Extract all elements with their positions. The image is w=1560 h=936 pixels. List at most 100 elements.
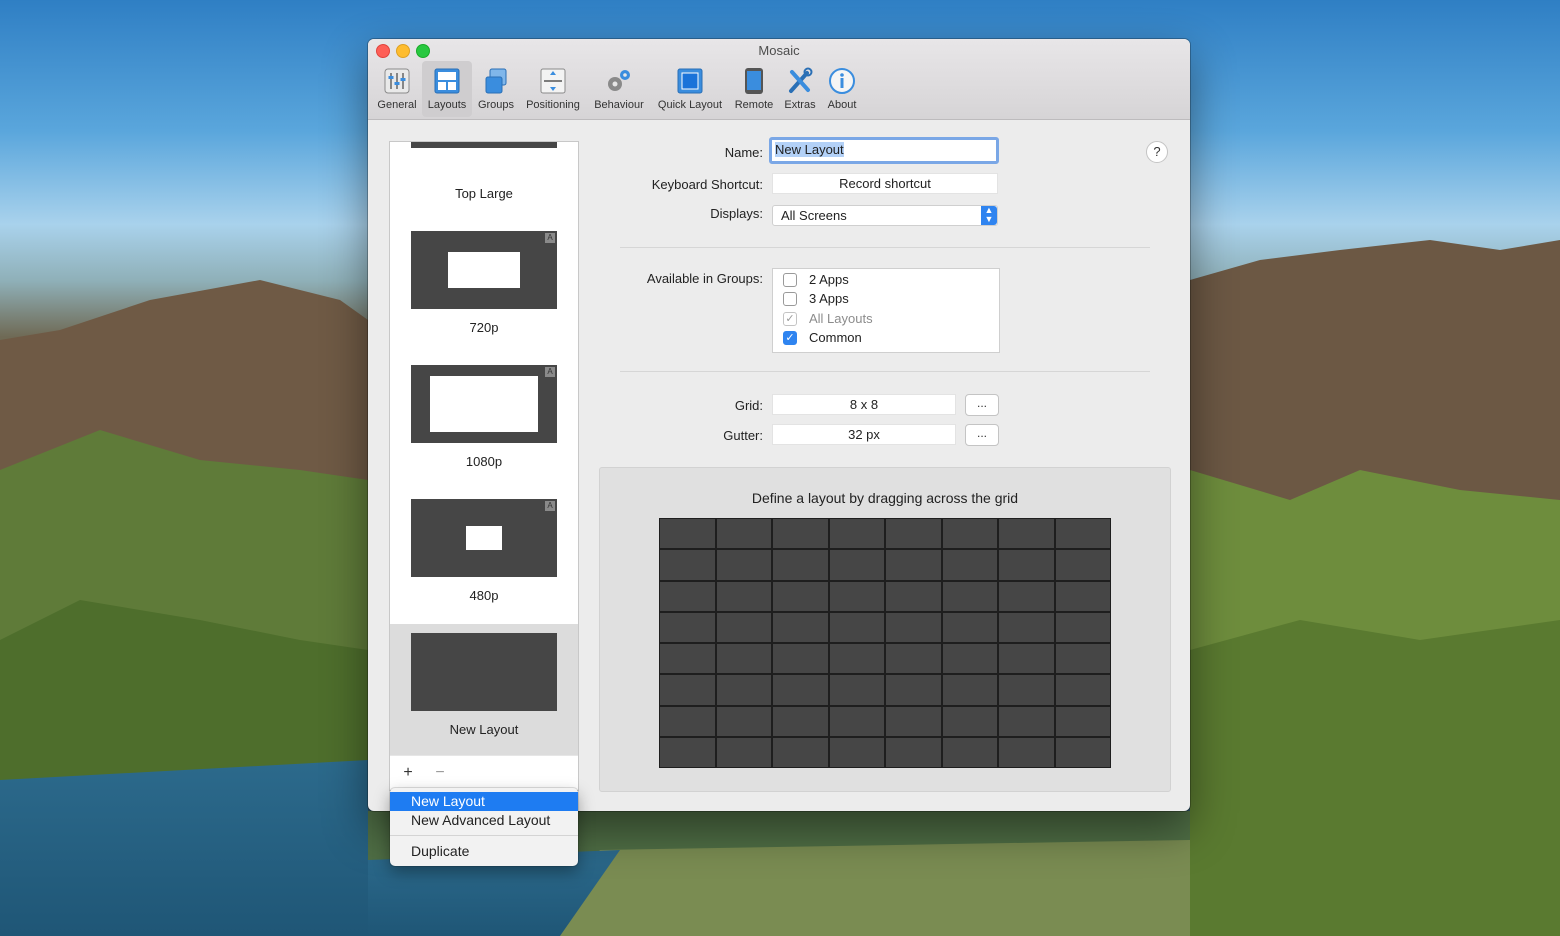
- grid-cell[interactable]: [998, 549, 1055, 581]
- grid-cell[interactable]: [998, 705, 1055, 737]
- grid-cell[interactable]: [998, 674, 1055, 706]
- grid-cell[interactable]: [828, 643, 885, 675]
- grid-cell[interactable]: [941, 611, 998, 643]
- info-icon: [829, 68, 855, 94]
- grid-cell[interactable]: [885, 736, 942, 768]
- tab-layouts[interactable]: Layouts: [422, 61, 472, 117]
- gutter-options-button[interactable]: ...: [965, 424, 999, 446]
- remove-layout-button[interactable]: −: [430, 764, 450, 782]
- grid-cell[interactable]: [1054, 674, 1111, 706]
- grid-cell[interactable]: [659, 705, 716, 737]
- tab-groups[interactable]: Groups: [474, 61, 518, 117]
- checkbox[interactable]: [783, 273, 797, 287]
- grid-cell[interactable]: [998, 580, 1055, 612]
- grid-options-button[interactable]: ...: [965, 394, 999, 416]
- grid-cell[interactable]: [941, 643, 998, 675]
- grid-cell[interactable]: [885, 705, 942, 737]
- add-layout-button[interactable]: +: [398, 764, 418, 782]
- grid-cell[interactable]: [772, 580, 829, 612]
- grid-cell[interactable]: [1054, 549, 1111, 581]
- tab-extras[interactable]: Extras: [780, 61, 820, 117]
- layout-grid[interactable]: [659, 518, 1111, 768]
- grid-cell[interactable]: [659, 736, 716, 768]
- tab-behaviour[interactable]: Behaviour: [588, 61, 650, 117]
- list-item-720p[interactable]: A 720p: [390, 222, 578, 356]
- grid-cell[interactable]: [998, 518, 1055, 550]
- grid-cell[interactable]: [1054, 580, 1111, 612]
- grid-cell[interactable]: [941, 580, 998, 612]
- grid-cell[interactable]: [828, 705, 885, 737]
- grid-cell[interactable]: [659, 611, 716, 643]
- gutter-label: Gutter:: [723, 428, 763, 443]
- grid-cell[interactable]: [659, 674, 716, 706]
- grid-cell[interactable]: [772, 736, 829, 768]
- grid-cell[interactable]: [941, 674, 998, 706]
- group-label: 2 Apps: [809, 272, 849, 287]
- grid-cell[interactable]: [659, 549, 716, 581]
- tab-remote[interactable]: Remote: [731, 61, 777, 117]
- grid-cell[interactable]: [828, 736, 885, 768]
- list-item-480p[interactable]: A 480p: [390, 490, 578, 624]
- grid-cell[interactable]: [1054, 518, 1111, 550]
- grid-cell[interactable]: [885, 674, 942, 706]
- grid-cell[interactable]: [659, 643, 716, 675]
- grid-cell[interactable]: [885, 549, 942, 581]
- grid-cell[interactable]: [1054, 611, 1111, 643]
- grid-cell[interactable]: [715, 549, 772, 581]
- grid-cell[interactable]: [715, 705, 772, 737]
- checkmark-icon: ✓: [783, 312, 797, 326]
- grid-cell[interactable]: [828, 580, 885, 612]
- grid-cell[interactable]: [772, 611, 829, 643]
- grid-cell[interactable]: [772, 705, 829, 737]
- grid-cell[interactable]: [828, 518, 885, 550]
- displays-select[interactable]: All Screens ▲ ▼: [772, 205, 998, 226]
- grid-cell[interactable]: [772, 643, 829, 675]
- grid-cell[interactable]: [715, 736, 772, 768]
- grid-cell[interactable]: [828, 549, 885, 581]
- gutter-field[interactable]: 32 px: [772, 424, 956, 445]
- grid-cell[interactable]: [772, 518, 829, 550]
- grid-cell[interactable]: [659, 518, 716, 550]
- grid-cell[interactable]: [941, 705, 998, 737]
- list-item-1080p[interactable]: A 1080p: [390, 356, 578, 490]
- grid-cell[interactable]: [828, 611, 885, 643]
- help-button[interactable]: ?: [1146, 141, 1168, 163]
- tab-about[interactable]: About: [823, 61, 861, 117]
- grid-cell[interactable]: [941, 518, 998, 550]
- grid-cell[interactable]: [1054, 643, 1111, 675]
- record-shortcut-field[interactable]: Record shortcut: [772, 173, 998, 194]
- grid-cell[interactable]: [998, 611, 1055, 643]
- grid-cell[interactable]: [1054, 705, 1111, 737]
- grid-cell[interactable]: [659, 580, 716, 612]
- menu-item-duplicate[interactable]: Duplicate: [390, 842, 578, 861]
- tab-general[interactable]: General: [373, 61, 421, 117]
- tab-positioning[interactable]: Positioning: [521, 61, 585, 117]
- grid-cell[interactable]: [1054, 736, 1111, 768]
- grid-cell[interactable]: [715, 643, 772, 675]
- grid-cell[interactable]: [998, 643, 1055, 675]
- grid-cell[interactable]: [885, 518, 942, 550]
- grid-cell[interactable]: [772, 549, 829, 581]
- grid-cell[interactable]: [941, 736, 998, 768]
- grid-cell[interactable]: [715, 611, 772, 643]
- grid-cell[interactable]: [885, 580, 942, 612]
- menu-item-new-advanced-layout[interactable]: New Advanced Layout: [390, 811, 578, 830]
- grid-cell[interactable]: [715, 518, 772, 550]
- tab-quick-layout[interactable]: Quick Layout: [653, 61, 727, 117]
- checkmark-icon[interactable]: ✓: [783, 331, 797, 345]
- list-item-new-layout[interactable]: New Layout: [390, 624, 578, 756]
- list-item-top-large[interactable]: Top Large: [390, 142, 578, 222]
- grid-cell[interactable]: [998, 736, 1055, 768]
- grid-cell[interactable]: [715, 674, 772, 706]
- grid-cell[interactable]: [885, 611, 942, 643]
- grid-cell[interactable]: [715, 580, 772, 612]
- menu-item-new-layout[interactable]: New Layout: [390, 792, 578, 811]
- checkbox[interactable]: [783, 292, 797, 306]
- grid-cell[interactable]: [941, 549, 998, 581]
- grid-size-field[interactable]: 8 x 8: [772, 394, 956, 415]
- layouts-list[interactable]: Top Large A 720p A 1080p A 480p New Layo…: [389, 141, 579, 791]
- grid-cell[interactable]: [772, 674, 829, 706]
- grid-cell[interactable]: [885, 643, 942, 675]
- name-field[interactable]: New Layout: [769, 137, 999, 164]
- grid-cell[interactable]: [828, 674, 885, 706]
